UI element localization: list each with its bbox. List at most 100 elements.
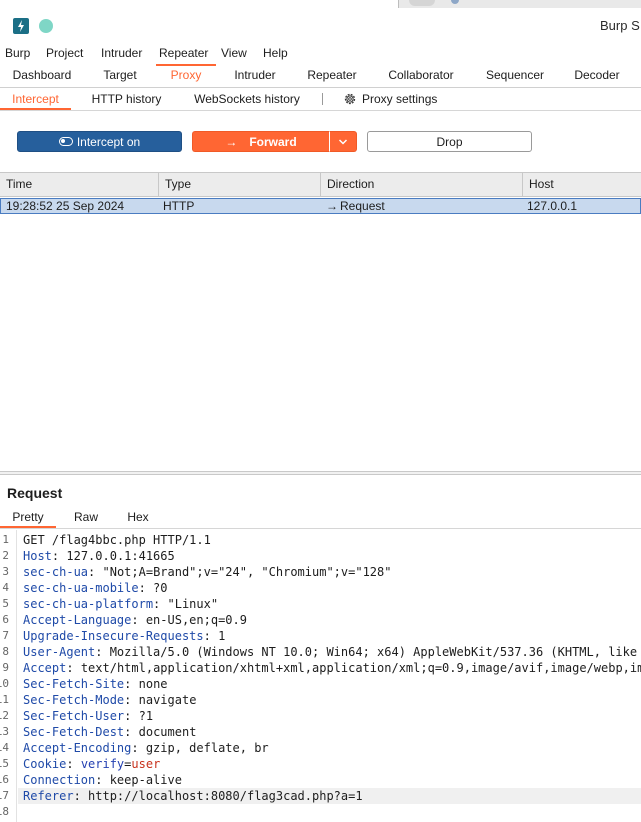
cell-time: 19:28:52 25 Sep 2024 (6, 199, 125, 213)
line-number: 13 (0, 725, 9, 738)
chevron-down-icon (338, 139, 348, 145)
header-line: User-Agent: Mozilla/5.0 (Windows NT 10.0… (23, 644, 641, 660)
table-header: Time Type Direction Host (0, 172, 641, 197)
header-value: none (131, 677, 168, 691)
window-title: Burp S (600, 18, 640, 33)
header-name: Cookie (23, 757, 67, 771)
cell-host: 127.0.0.1 (527, 199, 578, 213)
header-line: Host: 127.0.0.1:41665 (23, 549, 175, 563)
line-number: 6 (2, 613, 9, 626)
header-name: User-Agent (23, 645, 96, 659)
tab-http-history[interactable]: HTTP history (84, 88, 169, 110)
intercept-toggle-button[interactable]: Intercept on (17, 131, 182, 152)
tab-repeater[interactable]: Repeater (294, 64, 370, 87)
line-number: 3 (2, 565, 9, 578)
line-number: 8 (2, 645, 9, 658)
header-line: Accept-Language: en-US,en;q=0.9 (23, 613, 247, 627)
line-number: 7 (2, 629, 9, 642)
proxy-tab-bar: Intercept HTTP history WebSockets histor… (0, 88, 641, 111)
intercept-table: Time Type Direction Host 19:28:52 25 Sep… (0, 172, 641, 472)
line-number: 1 (2, 533, 9, 546)
line-number: 2 (2, 549, 9, 562)
line-number: 9 (2, 661, 9, 674)
header-name: Sec-Fetch-User (23, 709, 125, 723)
menu-burp[interactable]: Burp (5, 46, 30, 60)
header-line-highlighted: Referer: http://localhost:8080/flag3cad.… (18, 788, 641, 804)
column-type[interactable]: Type (159, 173, 321, 197)
tab-websockets-history[interactable]: WebSockets history (188, 88, 306, 110)
tab-sequencer[interactable]: Sequencer (472, 64, 558, 87)
background-window-pill (409, 0, 435, 6)
header-value: ?0 (145, 581, 168, 595)
header-name: Sec-Fetch-Site (23, 677, 125, 691)
line-number-gutter: 1 2 3 4 5 6 7 8 9 10 11 12 13 14 15 16 1… (0, 530, 17, 822)
cookie-name: verify (80, 757, 125, 771)
header-name: sec-ch-ua (23, 565, 89, 579)
header-name: Upgrade-Insecure-Requests (23, 629, 204, 643)
header-name: Sec-Fetch-Mode (23, 693, 125, 707)
header-value: 127.0.0.1:41665 (59, 549, 175, 563)
tab-decoder[interactable]: Decoder (558, 64, 636, 87)
header-line: sec-ch-ua-platform: "Linux" (23, 597, 219, 611)
header-name: sec-ch-ua-platform (23, 597, 154, 611)
gear-icon[interactable] (343, 92, 357, 106)
header-name: Connection (23, 773, 96, 787)
header-value: ?1 (131, 709, 154, 723)
header-name: Accept (23, 661, 67, 675)
drop-button[interactable]: Drop (367, 131, 532, 152)
forward-button[interactable]: → Forward (192, 131, 329, 152)
title-bar: Burp S (0, 8, 641, 44)
column-time[interactable]: Time (0, 173, 159, 197)
table-row[interactable]: 19:28:52 25 Sep 2024 HTTP → Request 127.0… (0, 198, 641, 214)
tab-proxy-settings[interactable]: Proxy settings (362, 88, 444, 110)
tab-target[interactable]: Target (84, 64, 156, 87)
tab-hex[interactable]: Hex (114, 507, 162, 528)
header-value: text/html,application/xhtml+xml,applicat… (73, 661, 641, 675)
menu-help[interactable]: Help (263, 46, 288, 60)
tab-collaborator[interactable]: Collaborator (370, 64, 472, 87)
tab-intercept[interactable]: Intercept (0, 88, 71, 110)
header-line: sec-ch-ua-mobile: ?0 (23, 581, 168, 595)
menu-repeater[interactable]: Repeater (159, 46, 208, 60)
line-number: 18 (0, 805, 9, 818)
tab-intruder[interactable]: Intruder (216, 64, 294, 87)
line-number: 5 (2, 597, 9, 610)
background-window-dot (451, 0, 459, 4)
header-line: Accept-Encoding: gzip, deflate, br (23, 741, 269, 755)
forward-options-button[interactable] (329, 131, 357, 152)
intercept-label: Intercept on (76, 135, 141, 149)
cookie-line: Cookie: verify=user (23, 757, 161, 771)
menu-project[interactable]: Project (46, 46, 83, 60)
split-pane-divider[interactable] (0, 471, 641, 475)
menu-intruder[interactable]: Intruder (101, 46, 142, 60)
header-value: en-US,en;q=0.9 (138, 613, 247, 627)
cell-direction: → Request (321, 199, 385, 213)
header-value: "Linux" (160, 597, 219, 611)
header-name: sec-ch-ua-mobile (23, 581, 139, 595)
request-line: GET /flag4bbc.php HTTP/1.1 (23, 533, 211, 547)
cell-type: HTTP (163, 199, 195, 213)
menu-view[interactable]: View (221, 46, 247, 60)
request-editor[interactable]: 1 2 3 4 5 6 7 8 9 10 11 12 13 14 15 16 1… (0, 530, 641, 822)
forward-label: Forward (249, 135, 297, 149)
tab-proxy[interactable]: Proxy (156, 64, 216, 87)
tab-raw[interactable]: Raw (60, 507, 112, 528)
header-value: keep-alive (102, 773, 182, 787)
tab-dashboard[interactable]: Dashboard (0, 64, 84, 87)
window-control-dot[interactable] (39, 19, 53, 33)
background-window-edge (398, 0, 641, 8)
column-direction[interactable]: Direction (321, 173, 523, 197)
header-name: Accept-Language (23, 613, 132, 627)
request-view-tabs: Pretty Raw Hex (0, 507, 641, 529)
toggle-icon (58, 137, 73, 147)
header-name: Referer (23, 789, 74, 803)
header-line: Sec-Fetch-Site: none (23, 677, 168, 691)
line-number: 17 (0, 789, 9, 802)
line-number: 4 (2, 581, 9, 594)
header-name: Host (23, 549, 52, 563)
tab-pretty[interactable]: Pretty (0, 507, 56, 528)
header-value: document (131, 725, 197, 739)
cell-direction-label: Request (340, 199, 385, 213)
column-host[interactable]: Host (523, 173, 641, 197)
header-line: Connection: keep-alive (23, 773, 182, 787)
